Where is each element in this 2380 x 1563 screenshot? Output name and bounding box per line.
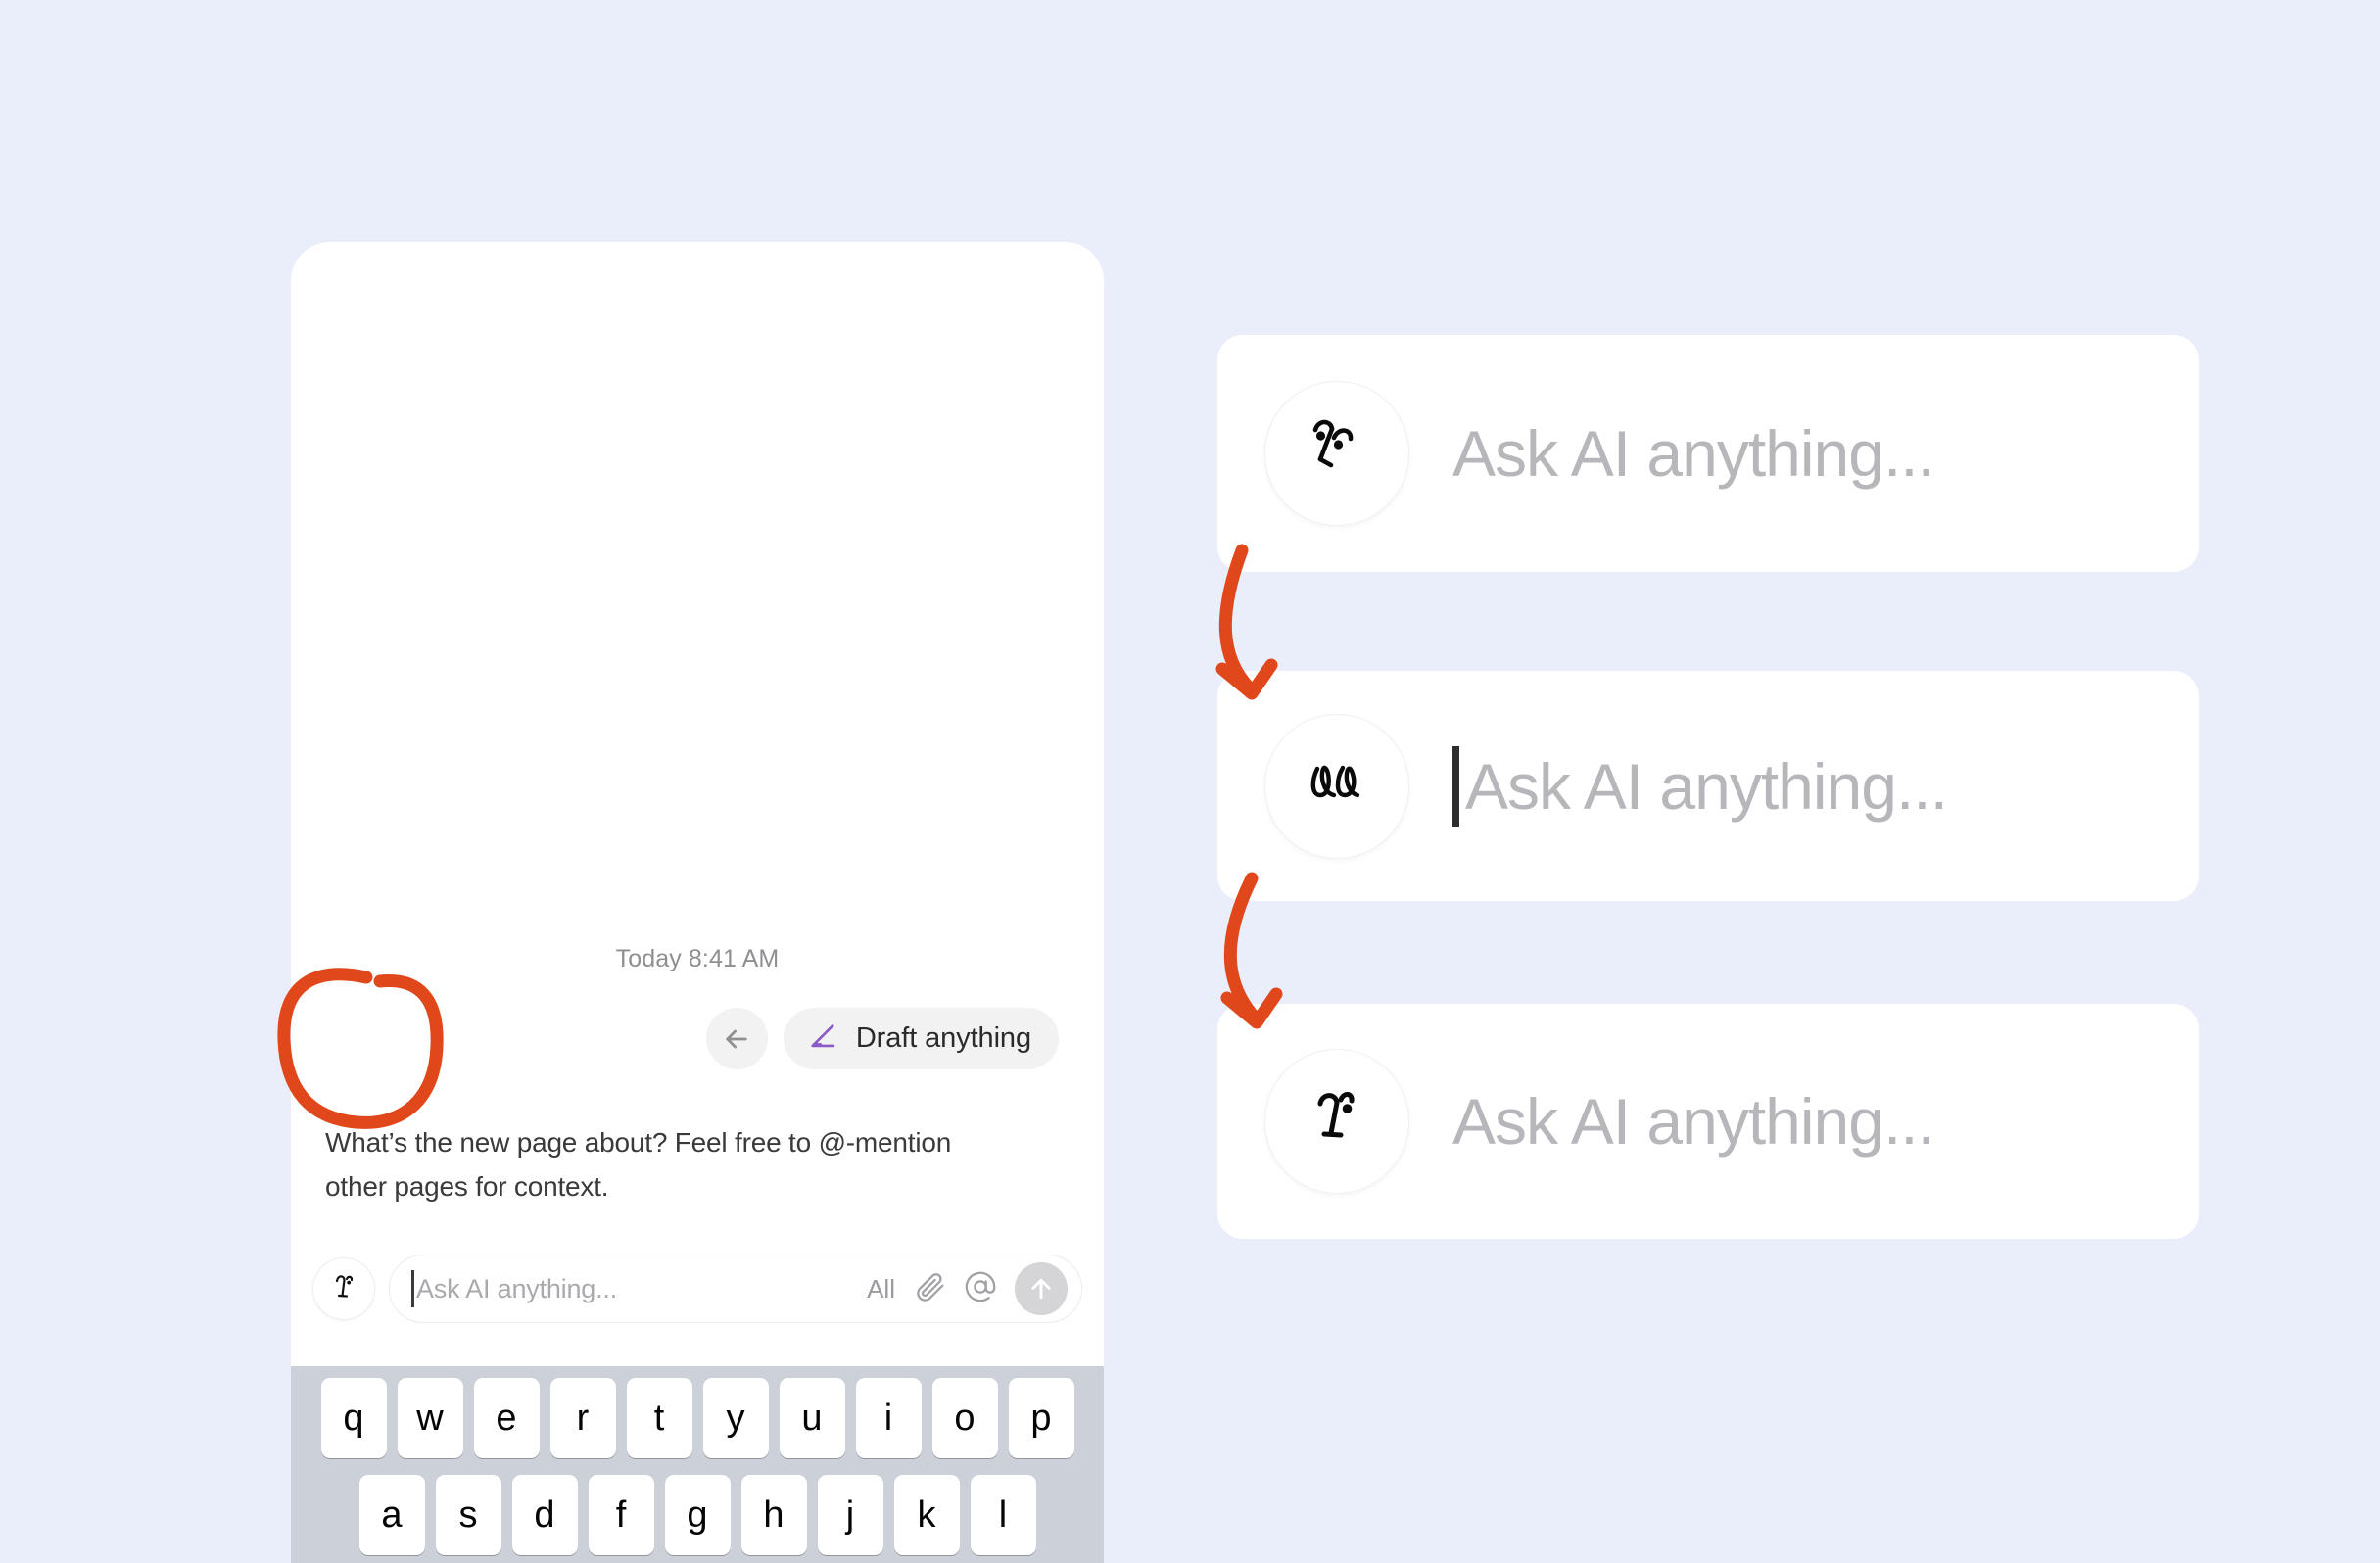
keyboard-row-2: a s d f g h j k l bbox=[291, 1475, 1104, 1555]
draft-anything-chip[interactable]: Draft anything bbox=[783, 1008, 1059, 1069]
key-g[interactable]: g bbox=[664, 1475, 731, 1555]
pencil-write-icon bbox=[807, 1019, 840, 1058]
draft-chip-row: Draft anything bbox=[291, 1008, 1104, 1069]
key-o[interactable]: o bbox=[931, 1378, 998, 1458]
card-placeholder: Ask AI anything... bbox=[1452, 417, 1935, 490]
key-r[interactable]: r bbox=[549, 1378, 616, 1458]
key-w[interactable]: w bbox=[397, 1378, 463, 1458]
key-a[interactable]: a bbox=[358, 1475, 425, 1555]
handwriting-scribble-variant-b-icon bbox=[1290, 1072, 1384, 1171]
key-h[interactable]: h bbox=[740, 1475, 807, 1555]
ask-ai-card-state-2[interactable]: Ask AI anything... bbox=[1217, 671, 2199, 901]
text-cursor bbox=[411, 1270, 414, 1307]
key-j[interactable]: j bbox=[817, 1475, 883, 1555]
key-k[interactable]: k bbox=[893, 1475, 960, 1555]
key-i[interactable]: i bbox=[855, 1378, 922, 1458]
card-input-row[interactable]: Ask AI anything... bbox=[1452, 1089, 2199, 1154]
ai-input-placeholder: Ask AI anything... bbox=[416, 1273, 618, 1303]
send-button[interactable] bbox=[1015, 1262, 1068, 1315]
key-d[interactable]: d bbox=[511, 1475, 578, 1555]
arrow-left-icon bbox=[721, 1023, 752, 1055]
at-mention-icon[interactable] bbox=[964, 1270, 997, 1308]
input-bar-actions: All bbox=[867, 1262, 1068, 1315]
screenshot-canvas: Today 8:41 AM Draft anything What’s the … bbox=[0, 0, 2380, 1563]
cursive-double-l-icon bbox=[1290, 736, 1384, 835]
key-u[interactable]: u bbox=[779, 1378, 845, 1458]
key-s[interactable]: s bbox=[435, 1475, 501, 1555]
key-t[interactable]: t bbox=[626, 1378, 692, 1458]
card-avatar[interactable] bbox=[1264, 381, 1409, 526]
scope-all-label[interactable]: All bbox=[867, 1274, 895, 1304]
keyboard-row-1: q w e r t y u i o p bbox=[291, 1378, 1104, 1458]
text-cursor bbox=[1452, 745, 1459, 827]
chat-conversation-area: Today 8:41 AM Draft anything What’s the … bbox=[291, 242, 1104, 1563]
handwriting-scribble-icon bbox=[324, 1267, 363, 1311]
card-placeholder: Ask AI anything... bbox=[1465, 749, 1948, 823]
paperclip-icon[interactable] bbox=[913, 1270, 946, 1308]
card-input-row[interactable]: Ask AI anything... bbox=[1452, 421, 2199, 486]
key-f[interactable]: f bbox=[588, 1475, 654, 1555]
key-y[interactable]: y bbox=[702, 1378, 769, 1458]
back-button[interactable] bbox=[705, 1008, 768, 1069]
card-placeholder: Ask AI anything... bbox=[1452, 1085, 1935, 1158]
handwriting-input-button[interactable] bbox=[312, 1257, 375, 1320]
key-e[interactable]: e bbox=[473, 1378, 540, 1458]
key-q[interactable]: q bbox=[320, 1378, 387, 1458]
card-input-row[interactable]: Ask AI anything... bbox=[1452, 745, 2199, 827]
card-avatar[interactable] bbox=[1264, 713, 1409, 859]
arrow-up-icon bbox=[1031, 1278, 1051, 1300]
card-avatar[interactable] bbox=[1264, 1049, 1409, 1194]
ai-text-input[interactable]: Ask AI anything... All bbox=[389, 1255, 1082, 1323]
ai-input-bar: Ask AI anything... All bbox=[312, 1251, 1082, 1327]
key-l[interactable]: l bbox=[970, 1475, 1036, 1555]
phone-mockup: Today 8:41 AM Draft anything What’s the … bbox=[291, 242, 1104, 1563]
message-timestamp: Today 8:41 AM bbox=[615, 945, 780, 972]
key-p[interactable]: p bbox=[1008, 1378, 1074, 1458]
draft-chip-label: Draft anything bbox=[855, 1022, 1031, 1054]
assistant-prompt-text: What’s the new page about? Feel free to … bbox=[325, 1127, 952, 1202]
onscreen-keyboard: q w e r t y u i o p a s d f g h j k l bbox=[291, 1366, 1104, 1563]
handwriting-scribble-variant-a-icon bbox=[1290, 404, 1384, 503]
ask-ai-card-state-3[interactable]: Ask AI anything... bbox=[1217, 1004, 2199, 1239]
phone-screen: Today 8:41 AM Draft anything What’s the … bbox=[291, 242, 1104, 1563]
ask-ai-card-state-1[interactable]: Ask AI anything... bbox=[1217, 335, 2199, 572]
